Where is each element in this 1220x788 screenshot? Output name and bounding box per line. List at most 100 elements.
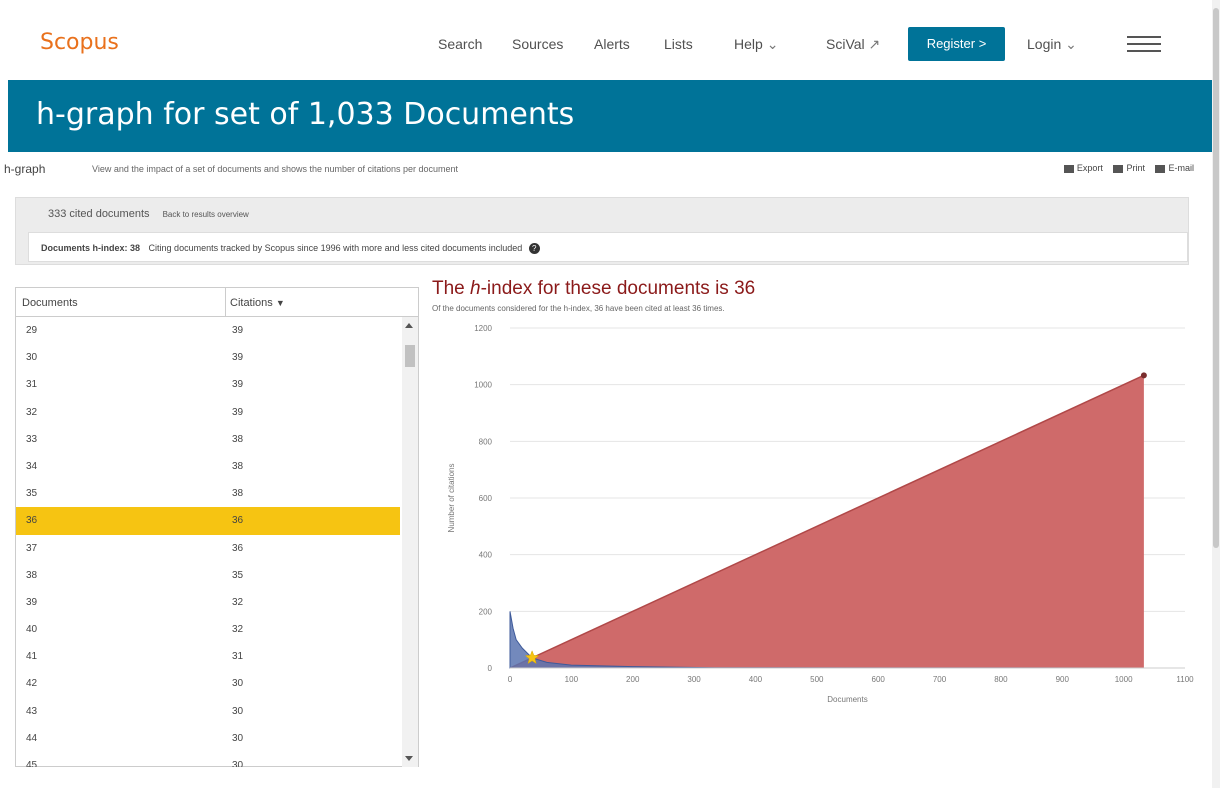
cell-citations: 32 — [232, 596, 244, 608]
h-index-info-box: Documents h-index: 38 Citing documents t… — [28, 232, 1188, 262]
table-row[interactable]: 33 38 — [16, 426, 400, 453]
table-row[interactable]: 39 32 — [16, 589, 400, 616]
table-row[interactable]: 30 39 — [16, 344, 400, 371]
page-scroll-thumb[interactable] — [1213, 8, 1219, 548]
x-axis-label: Documents — [827, 695, 867, 704]
cell-document: 38 — [26, 569, 38, 581]
chevron-down-icon: ⌄ — [1065, 36, 1077, 52]
x-tick-label: 500 — [810, 675, 824, 684]
x-tick-label: 200 — [626, 675, 640, 684]
x-tick-label: 0 — [508, 675, 513, 684]
cell-citations: 39 — [232, 325, 244, 336]
chevron-down-icon: ⌄ — [766, 36, 779, 52]
table-scrollbar[interactable] — [402, 317, 418, 767]
cell-document: 37 — [26, 542, 38, 554]
table-row[interactable]: 42 30 — [16, 670, 400, 697]
cell-citations: 30 — [232, 705, 244, 717]
x-tick-label: 1000 — [1115, 675, 1133, 684]
nav-search[interactable]: Search — [438, 36, 482, 52]
x-tick-label: 700 — [933, 675, 947, 684]
cell-citations: 31 — [232, 651, 244, 663]
cell-document: 30 — [26, 352, 38, 364]
y-tick-label: 800 — [479, 437, 493, 446]
table-row[interactable]: 34 38 — [16, 453, 400, 480]
x-tick-label: 400 — [749, 675, 763, 684]
chart-subtitle: Of the documents considered for the h-in… — [432, 304, 725, 313]
back-to-results-link[interactable]: Back to results overview — [163, 210, 249, 219]
help-icon[interactable]: ? — [528, 243, 540, 255]
menu-icon[interactable] — [1127, 36, 1161, 52]
documents-summary-panel: 333 cited documents Back to results over… — [15, 197, 1189, 265]
cell-citations: 38 — [232, 433, 244, 445]
table-row[interactable]: 44 30 — [16, 725, 400, 752]
cell-document: 39 — [26, 596, 38, 608]
scopus-logo[interactable]: Scopus — [40, 30, 119, 55]
table-row[interactable]: 40 32 — [16, 616, 400, 643]
nav-sources[interactable]: Sources — [512, 36, 563, 52]
export-icon — [1063, 164, 1074, 173]
export-link[interactable]: Export — [1063, 163, 1103, 173]
cell-document: 32 — [26, 406, 38, 418]
x-tick-label: 300 — [687, 675, 701, 684]
cell-document: 35 — [26, 488, 38, 500]
nav-alerts[interactable]: Alerts — [594, 36, 630, 52]
y-axis-label: Number of citations — [447, 464, 456, 533]
table-row[interactable]: 36 36 — [16, 507, 400, 535]
y-tick-label: 200 — [479, 607, 493, 616]
sort-down-icon: ▼ — [275, 298, 285, 308]
table-row[interactable]: 37 36 — [16, 535, 400, 562]
cell-citations: 36 — [232, 542, 244, 554]
table-row[interactable]: 32 39 — [16, 399, 400, 426]
email-icon — [1155, 164, 1166, 173]
print-icon — [1113, 164, 1124, 173]
documents-h-index-label: Documents h-index: 38 — [41, 243, 141, 253]
scroll-down-icon[interactable] — [405, 756, 413, 761]
table-row[interactable]: 41 31 — [16, 643, 400, 670]
nav-help-label: Help — [734, 36, 763, 52]
x-tick-label: 900 — [1056, 675, 1070, 684]
nav-scival[interactable]: SciVal ↗ — [826, 36, 880, 53]
page-scrollbar[interactable] — [1212, 0, 1220, 788]
cell-citations: 32 — [232, 624, 244, 636]
table-row[interactable]: 29 39 — [16, 317, 400, 344]
h-graph-description: View and the impact of a set of document… — [92, 164, 459, 174]
cited-docs-count: 333 cited documents — [48, 208, 150, 220]
y-tick-label: 1200 — [474, 324, 492, 333]
x-tick-label: 1100 — [1176, 675, 1194, 684]
y-tick-label: 0 — [488, 664, 493, 673]
info-row: h-graph View and the impact of a set of … — [0, 160, 1210, 182]
cell-citations: 39 — [232, 379, 244, 391]
y-tick-label: 400 — [479, 551, 493, 560]
h-graph-label: h-graph — [4, 162, 46, 176]
email-link[interactable]: E-mail — [1155, 163, 1194, 173]
page-header: h-graph for set of 1,033 Documents — [8, 80, 1212, 152]
login-label: Login — [1027, 36, 1062, 52]
print-link[interactable]: Print — [1113, 163, 1145, 173]
column-citations[interactable]: Citations ▼ — [230, 297, 285, 309]
nav-lists[interactable]: Lists — [664, 36, 693, 52]
external-link-icon: ↗ — [868, 36, 881, 52]
cited-docs-line: 333 cited documents Back to results over… — [48, 208, 249, 220]
table-row[interactable]: 31 39 — [16, 371, 400, 398]
column-documents[interactable]: Documents — [22, 297, 78, 309]
cell-document: 34 — [26, 460, 38, 472]
action-links: Export Print E-mail — [1056, 163, 1194, 173]
register-button[interactable]: Register > — [908, 27, 1005, 61]
x-tick-label: 800 — [994, 675, 1008, 684]
y-tick-label: 600 — [479, 494, 493, 503]
cell-document: 41 — [26, 651, 38, 663]
cell-document: 45 — [26, 760, 38, 767]
y-tick-label: 1000 — [474, 381, 492, 390]
table-row[interactable]: 43 30 — [16, 698, 400, 725]
scroll-thumb[interactable] — [405, 345, 415, 367]
login-dropdown[interactable]: Login ⌄ — [1027, 36, 1077, 53]
documents-citations-table: Documents Citations ▼ 29 39 30 39 31 39 32 39 33… — [15, 287, 419, 767]
scroll-up-icon[interactable] — [405, 323, 413, 328]
table-row[interactable]: 35 38 — [16, 480, 400, 507]
h-graph-chart: 0 200 400 600 800 1000 1200 0 100 200 300 400 500 600… — [447, 324, 1194, 704]
x-tick-label: 100 — [565, 675, 579, 684]
cell-document: 43 — [26, 705, 38, 717]
table-row[interactable]: 45 30 — [16, 752, 400, 767]
table-row[interactable]: 38 35 — [16, 562, 400, 589]
nav-help[interactable]: Help ⌄ — [734, 36, 778, 53]
